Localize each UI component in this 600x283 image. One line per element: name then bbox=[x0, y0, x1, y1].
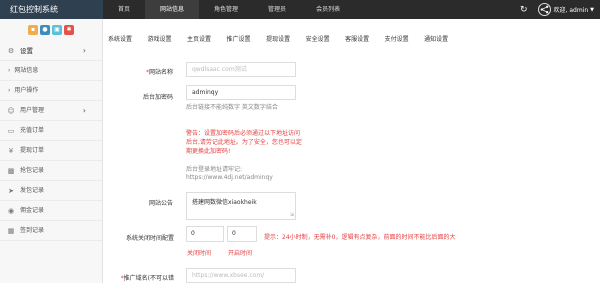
sidebar-item-label: 佣金记录 bbox=[20, 206, 45, 214]
site-name-label: *网站名称 bbox=[145, 69, 173, 76]
nav-item-members[interactable]: 会员列表 bbox=[301, 0, 355, 19]
bar-chart-icon: ▩ bbox=[7, 166, 15, 175]
tab-game[interactable]: 游戏设置 bbox=[148, 34, 172, 43]
close-time-end-label: 开启时间 bbox=[228, 250, 253, 257]
calendar-icon: ▦ bbox=[7, 226, 15, 235]
top-nav: 首页 网站信息 角色管理 管理员 会员列表 bbox=[103, 0, 355, 19]
tab-homepage[interactable]: 主页设置 bbox=[187, 34, 211, 43]
sidebar-item-label: 抢包记录 bbox=[20, 166, 45, 174]
sidebar-item-withdraw[interactable]: ¥ 提现订单 bbox=[0, 141, 102, 161]
user-menu[interactable]: 欢迎, admin bbox=[554, 5, 589, 14]
sidebar-item-label: 网站信息 bbox=[14, 66, 39, 74]
top-navbar: 红包控制系统 首页 网站信息 角色管理 管理员 会员列表 ↻ 欢迎, admin… bbox=[0, 0, 600, 19]
sidebar-item-recharge[interactable]: ▭ 充值订单 bbox=[0, 121, 102, 141]
promo-domain-input[interactable]: https://www.xbsee.com/ bbox=[186, 268, 296, 283]
backend-password-input[interactable]: adminqy bbox=[186, 85, 296, 100]
share-icon bbox=[540, 5, 548, 14]
chevron-small-icon: › bbox=[8, 86, 11, 94]
sidebar-item-label: 提现订单 bbox=[20, 146, 45, 154]
password-warning: 警告：设置加密码后必须通过以下地址访问后台,请劳记此地址。为了安全，您也可以定期… bbox=[186, 130, 302, 155]
nav-item-roles[interactable]: 角色管理 bbox=[199, 0, 253, 19]
sidebar-item-label: 发包记录 bbox=[20, 186, 45, 194]
notice-label: 网站公告 bbox=[148, 200, 173, 207]
sidebar: ▪ ● ▣ ✱ ⚙ 设置 › › 网站信息 › 用户操作 ☺ 用户管理 › ▭ … bbox=[0, 19, 103, 283]
close-time-end-input[interactable]: 0 bbox=[227, 226, 257, 242]
message-icon[interactable]: ▣ bbox=[52, 25, 62, 35]
nav-item-site-info[interactable]: 网站信息 bbox=[145, 0, 200, 19]
sidebar-item-commission[interactable]: ◉ 佣金记录 bbox=[0, 201, 102, 221]
close-time-label: 系统关闭时间配置 bbox=[125, 235, 174, 242]
tab-payment[interactable]: 支付设置 bbox=[385, 34, 409, 43]
nav-item-home[interactable]: 首页 bbox=[103, 0, 145, 19]
tab-system[interactable]: 系统设置 bbox=[108, 34, 132, 43]
sidebar-item-send[interactable]: ➤ 发包记录 bbox=[0, 181, 102, 201]
quick-buttons: ▪ ● ▣ ✱ bbox=[0, 19, 102, 41]
nav-item-admins[interactable]: 管理员 bbox=[253, 0, 301, 19]
promo-domain-label: *推广域名(不可以错 bbox=[120, 275, 174, 282]
tab-withdraw[interactable]: 提现设置 bbox=[266, 34, 290, 43]
app-title: 红包控制系统 bbox=[0, 0, 103, 19]
cogs-icon: ⚙ bbox=[7, 46, 15, 55]
tab-service[interactable]: 客服设置 bbox=[345, 34, 369, 43]
gear-icon[interactable]: ✱ bbox=[64, 25, 74, 35]
sidebar-item-label: 充值订单 bbox=[20, 126, 45, 134]
card-icon: ▭ bbox=[7, 126, 15, 135]
notice-textarea[interactable]: 搭建网数微信xiaokheik ⇲ bbox=[186, 192, 296, 220]
sidebar-item-label: 签到记录 bbox=[20, 226, 45, 234]
send-icon: ➤ bbox=[8, 186, 14, 195]
chart-icon[interactable]: ▪ bbox=[28, 25, 38, 35]
resize-grip-icon[interactable]: ⇲ bbox=[290, 212, 294, 218]
tab-security[interactable]: 安全设置 bbox=[306, 34, 330, 43]
sidebar-item-checkin[interactable]: ▦ 签到记录 bbox=[0, 221, 102, 241]
sidebar-item-label: 设置 bbox=[20, 46, 33, 55]
sidebar-item-users[interactable]: ☺ 用户管理 › bbox=[0, 101, 102, 121]
user-icon[interactable]: ● bbox=[40, 25, 50, 35]
avatar[interactable] bbox=[537, 3, 551, 16]
settings-tabs: 系统设置 游戏设置 主页设置 推广设置 提现设置 安全设置 客服设置 支付设置 … bbox=[108, 34, 464, 43]
close-time-start-input[interactable]: 0 bbox=[186, 226, 224, 242]
sidebar-item-settings[interactable]: ⚙ 设置 › bbox=[0, 41, 102, 61]
close-time-start-label: 关闭时间 bbox=[187, 250, 212, 257]
close-time-tip: 提示：24小时制，无需补0，逻辑有点复杂，前面的时间不能比后面的大 bbox=[264, 234, 456, 241]
backend-password-label: 后台加密码 bbox=[142, 94, 173, 101]
site-name-input[interactable]: qwdlsaac.com测试 bbox=[186, 62, 296, 77]
yen-icon: ¥ bbox=[8, 146, 14, 155]
user-area: ↻ 欢迎, admin ▼ bbox=[520, 0, 594, 19]
notice-text: 搭建网数微信xiaokheik bbox=[192, 199, 257, 206]
password-hint: 后台链接不能纯数字 英文数字结合 bbox=[186, 104, 278, 111]
coin-icon: ◉ bbox=[7, 206, 15, 215]
tab-promotion[interactable]: 推广设置 bbox=[227, 34, 251, 43]
refresh-icon[interactable]: ↻ bbox=[520, 5, 528, 15]
chevron-right-icon: › bbox=[82, 105, 86, 115]
sidebar-item-label: 用户操作 bbox=[14, 86, 39, 94]
sidebar-item-site-info[interactable]: › 网站信息 bbox=[0, 61, 102, 81]
tab-notice[interactable]: 通知设置 bbox=[424, 34, 448, 43]
chevron-small-icon: › bbox=[8, 66, 11, 74]
users-icon: ☺ bbox=[7, 106, 15, 115]
sidebar-item-user-ops[interactable]: › 用户操作 bbox=[0, 81, 102, 101]
chevron-right-icon: › bbox=[82, 45, 86, 55]
caret-down-icon[interactable]: ▼ bbox=[590, 7, 594, 13]
sidebar-item-grab[interactable]: ▩ 抢包记录 bbox=[0, 161, 102, 181]
login-url: https://www.4dj.net/adminqy bbox=[186, 174, 273, 181]
sidebar-item-label: 用户管理 bbox=[20, 106, 45, 114]
